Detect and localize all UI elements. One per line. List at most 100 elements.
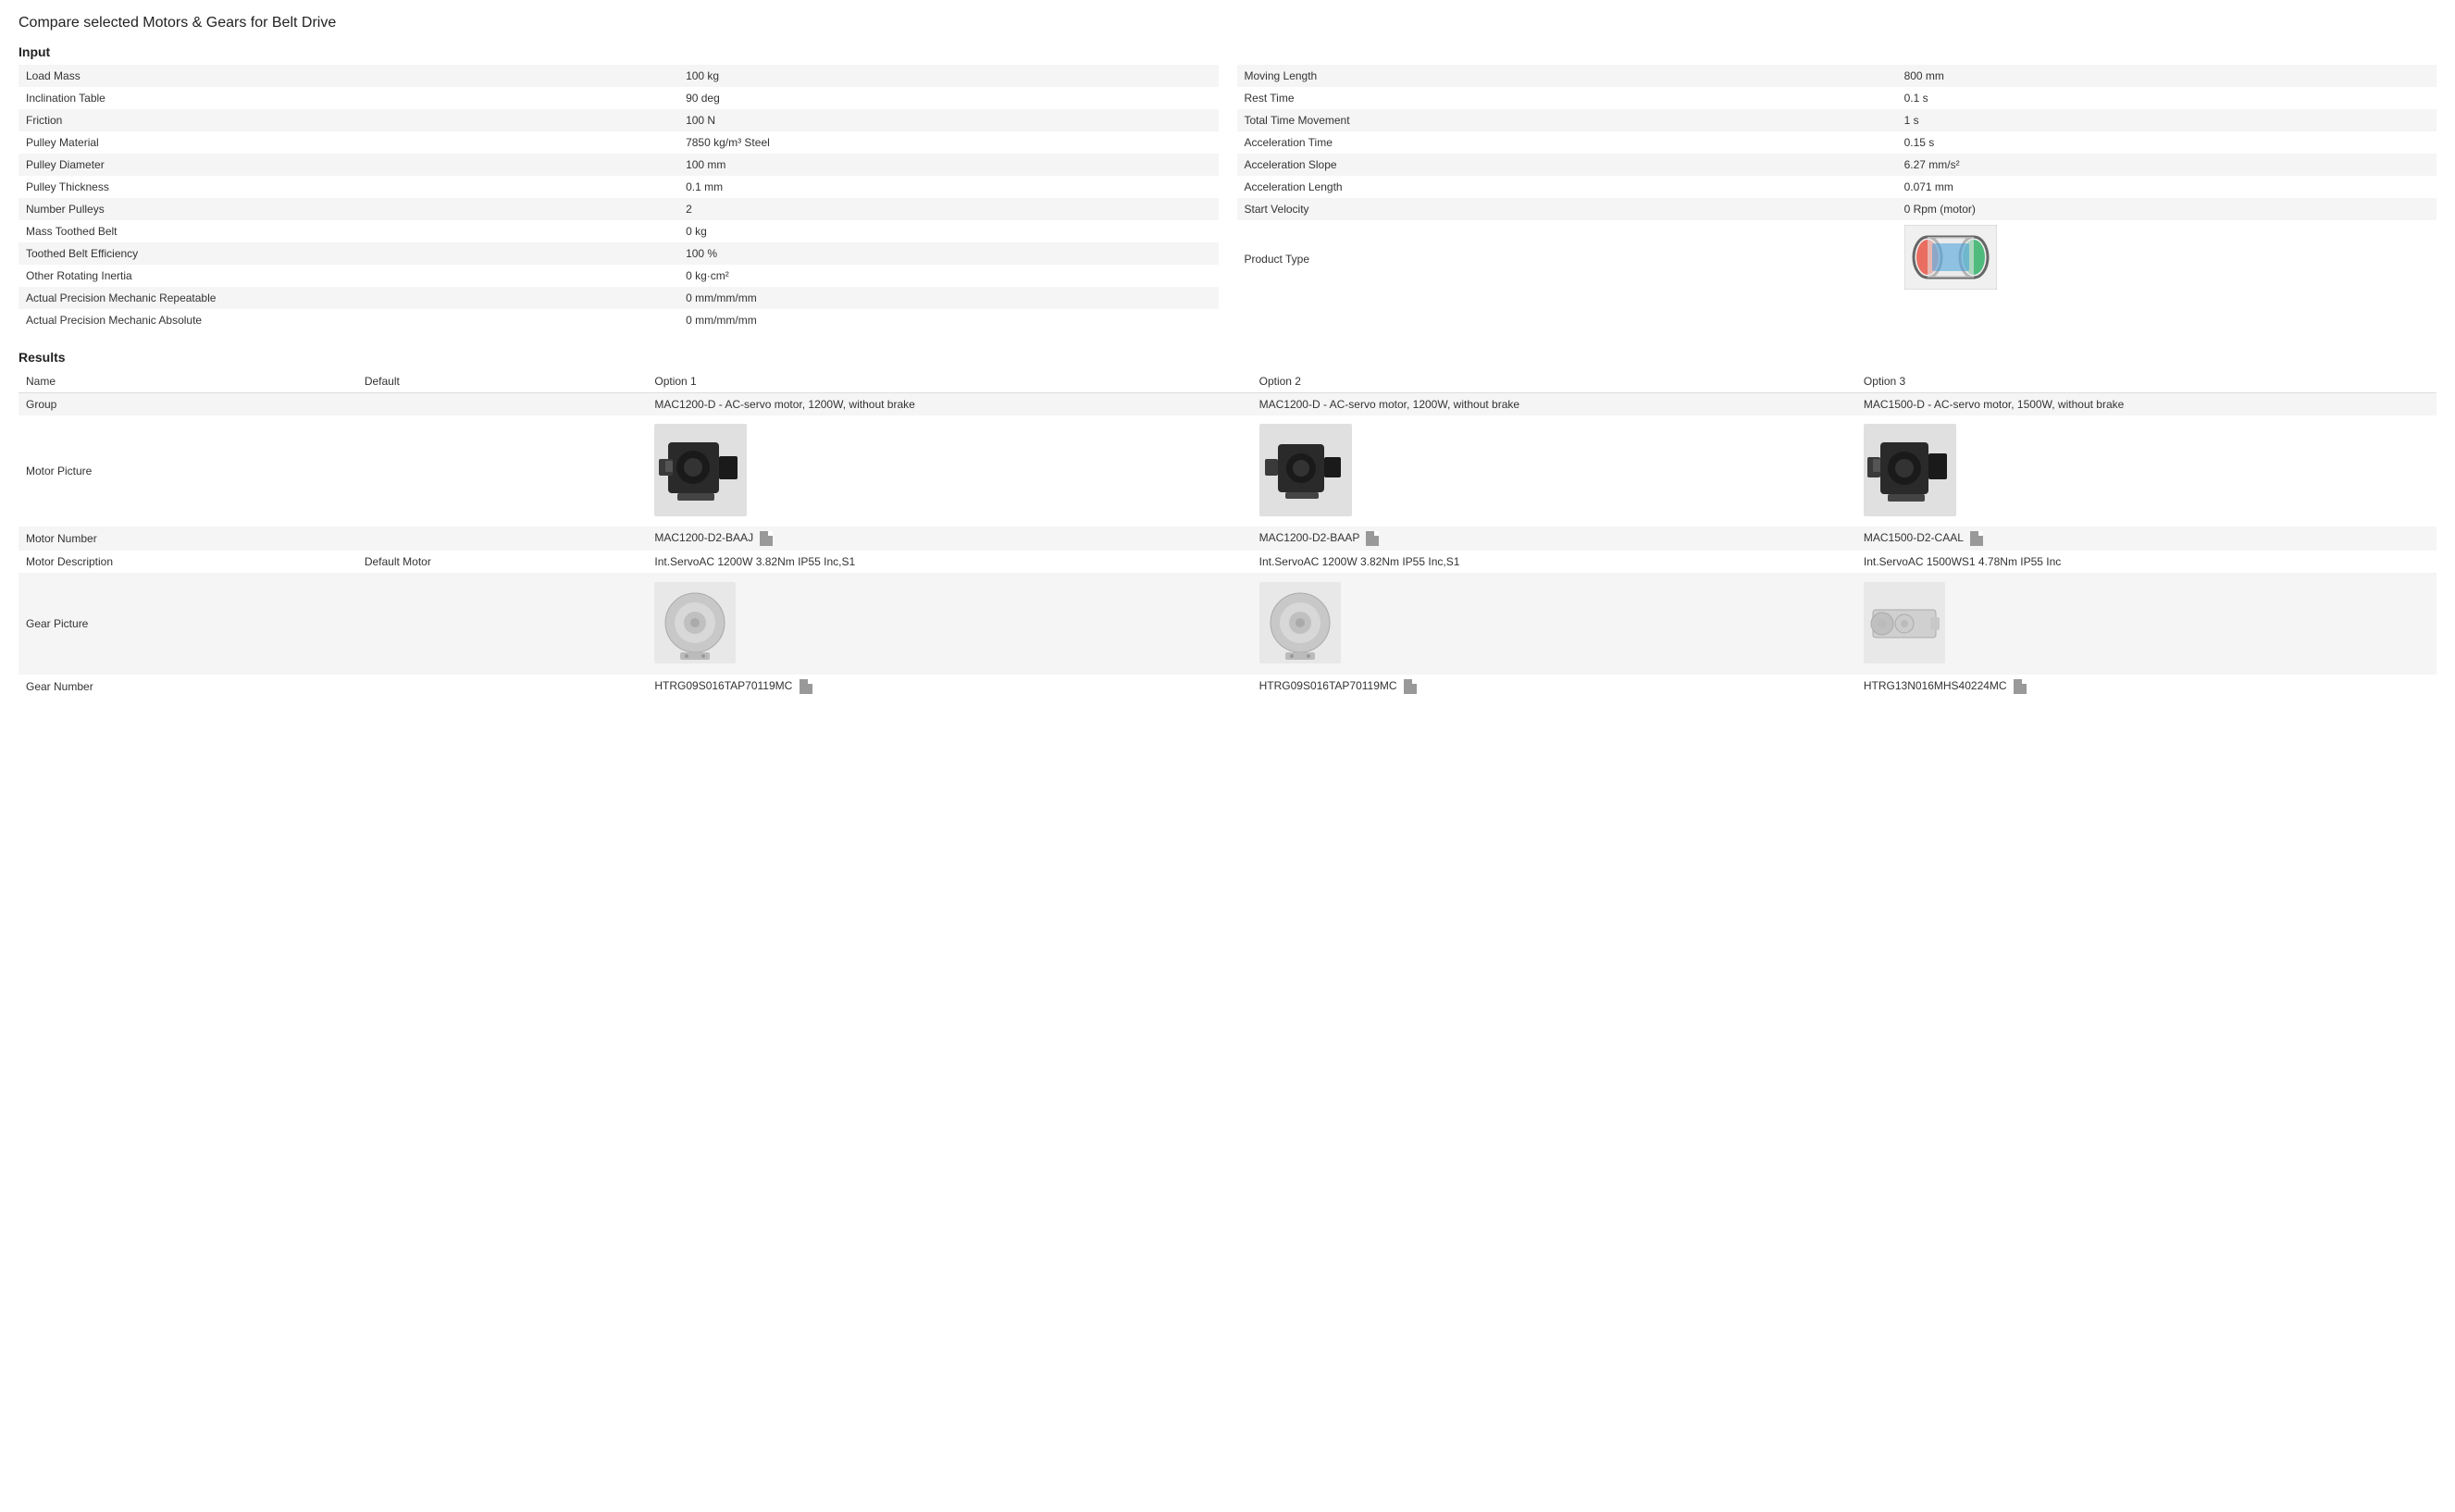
input-left-label: Inclination Table <box>19 87 678 109</box>
input-left-label: Pulley Thickness <box>19 176 678 198</box>
gear-number-opt2: HTRG09S016TAP70119MC <box>1252 675 1856 699</box>
motor-doc-icon-opt2[interactable] <box>1366 531 1379 546</box>
input-left-row: Inclination Table90 deg <box>19 87 1219 109</box>
gear-num-opt1-text: HTRG09S016TAP70119MC <box>654 679 792 692</box>
input-left-value: 0.1 mm <box>678 176 1218 198</box>
page-title: Compare selected Motors & Gears for Belt… <box>19 15 2436 31</box>
motor-image-opt3 <box>1864 424 1956 516</box>
group-label: Group <box>19 393 357 416</box>
input-left-table: Load Mass100 kgInclination Table90 degFr… <box>19 65 1219 331</box>
motor-picture-opt3 <box>1856 415 2436 527</box>
input-right-label: Acceleration Length <box>1237 176 1897 198</box>
input-right-label: Acceleration Time <box>1237 131 1897 154</box>
motor-doc-icon-opt1[interactable] <box>760 531 773 546</box>
gear-doc-icon-opt3[interactable] <box>2014 679 2027 694</box>
input-right-value: 0.15 s <box>1897 131 2436 154</box>
input-right-label: Start Velocity <box>1237 198 1897 220</box>
input-left-value: 0 kg <box>678 220 1218 242</box>
col-opt2-header: Option 2 <box>1252 370 1856 393</box>
motor-num-opt2-text: MAC1200-D2-BAAP <box>1259 531 1360 544</box>
input-right-label: Moving Length <box>1237 65 1897 87</box>
motor-image-opt1 <box>654 424 747 516</box>
input-left-label: Number Pulleys <box>19 198 678 220</box>
gear-doc-icon-opt1[interactable] <box>800 679 812 694</box>
motor-number-opt2: MAC1200-D2-BAAP <box>1252 527 1856 551</box>
input-left-label: Pulley Material <box>19 131 678 154</box>
gear-doc-icon-opt2[interactable] <box>1404 679 1417 694</box>
motor-number-opt1: MAC1200-D2-BAAJ <box>647 527 1251 551</box>
gear-num-opt3-text: HTRG13N016MHS40224MC <box>1864 679 2007 692</box>
input-left-row: Pulley Thickness0.1 mm <box>19 176 1219 198</box>
col-name-header: Name <box>19 370 357 393</box>
gear-image-opt1 <box>654 582 736 663</box>
motor-description-opt2: Int.ServoAC 1200W 3.82Nm IP55 Inc,S1 <box>1252 551 1856 573</box>
input-section: Load Mass100 kgInclination Table90 degFr… <box>19 65 2436 331</box>
input-left-label: Friction <box>19 109 678 131</box>
motor-doc-icon-opt3[interactable] <box>1970 531 1983 546</box>
col-default-header: Default <box>357 370 648 393</box>
input-right-row: Product Type <box>1237 220 2437 297</box>
input-right-label: Acceleration Slope <box>1237 154 1897 176</box>
gear-num-opt2-text: HTRG09S016TAP70119MC <box>1259 679 1397 692</box>
gear-image-opt2 <box>1259 582 1341 663</box>
input-right-value: 0.071 mm <box>1897 176 2436 198</box>
gear-number-default <box>357 675 648 699</box>
input-left-row: Actual Precision Mechanic Absolute0 mm/m… <box>19 309 1219 331</box>
input-right-value: 1 s <box>1897 109 2436 131</box>
motor-number-label: Motor Number <box>19 527 357 551</box>
input-left-row: Load Mass100 kg <box>19 65 1219 87</box>
input-left-value: 0 mm/mm/mm <box>678 309 1218 331</box>
gear-picture-label: Gear Picture <box>19 573 357 675</box>
input-left-value: 0 kg·cm² <box>678 265 1218 287</box>
input-right-row: Acceleration Slope6.27 mm/s² <box>1237 154 2437 176</box>
motor-image-opt2 <box>1259 424 1352 516</box>
input-right-value: 0 Rpm (motor) <box>1897 198 2436 220</box>
table-row-group: Group MAC1200-D - AC-servo motor, 1200W,… <box>19 393 2436 416</box>
group-opt3: MAC1500-D - AC-servo motor, 1500W, witho… <box>1856 393 2436 416</box>
motor-picture-label: Motor Picture <box>19 415 357 527</box>
input-right-value <box>1897 220 2436 297</box>
input-right-row: Acceleration Length0.071 mm <box>1237 176 2437 198</box>
input-left-value: 2 <box>678 198 1218 220</box>
input-right-value: 0.1 s <box>1897 87 2436 109</box>
results-section: Results Name Default Option 1 Option 2 O… <box>19 350 2436 699</box>
input-left-label: Other Rotating Inertia <box>19 265 678 287</box>
motor-number-default <box>357 527 648 551</box>
gear-number-opt3: HTRG13N016MHS40224MC <box>1856 675 2436 699</box>
input-section-title: Input <box>19 44 2436 59</box>
table-row-gear-number: Gear Number HTRG09S016TAP70119MC HTRG09S… <box>19 675 2436 699</box>
motor-description-label: Motor Description <box>19 551 357 573</box>
input-right-row: Start Velocity0 Rpm (motor) <box>1237 198 2437 220</box>
input-left-row: Number Pulleys2 <box>19 198 1219 220</box>
motor-num-opt3-text: MAC1500-D2-CAAL <box>1864 531 1964 544</box>
input-left-label: Actual Precision Mechanic Absolute <box>19 309 678 331</box>
motor-number-opt3: MAC1500-D2-CAAL <box>1856 527 2436 551</box>
input-right-row: Acceleration Time0.15 s <box>1237 131 2437 154</box>
input-right-row: Total Time Movement1 s <box>1237 109 2437 131</box>
input-left-value: 7850 kg/m³ Steel <box>678 131 1218 154</box>
results-section-title: Results <box>19 350 2436 365</box>
input-right-value: 800 mm <box>1897 65 2436 87</box>
group-default <box>357 393 648 416</box>
input-left-row: Actual Precision Mechanic Repeatable0 mm… <box>19 287 1219 309</box>
input-right-label: Rest Time <box>1237 87 1897 109</box>
input-left-label: Actual Precision Mechanic Repeatable <box>19 287 678 309</box>
col-opt1-header: Option 1 <box>647 370 1251 393</box>
motor-picture-opt2 <box>1252 415 1856 527</box>
input-right-row: Rest Time0.1 s <box>1237 87 2437 109</box>
input-left-value: 0 mm/mm/mm <box>678 287 1218 309</box>
input-right-label: Product Type <box>1237 220 1897 297</box>
gear-picture-opt1 <box>647 573 1251 675</box>
group-opt1: MAC1200-D - AC-servo motor, 1200W, witho… <box>647 393 1251 416</box>
input-left-value: 100 N <box>678 109 1218 131</box>
motor-description-default: Default Motor <box>357 551 648 573</box>
table-row-gear-picture: Gear Picture <box>19 573 2436 675</box>
table-row-motor-number: Motor Number MAC1200-D2-BAAJ MAC1200-D2-… <box>19 527 2436 551</box>
input-left-row: Pulley Material7850 kg/m³ Steel <box>19 131 1219 154</box>
input-left-label: Pulley Diameter <box>19 154 678 176</box>
input-left-label: Mass Toothed Belt <box>19 220 678 242</box>
gear-picture-opt3 <box>1856 573 2436 675</box>
input-left-value: 100 % <box>678 242 1218 265</box>
results-header-row: Name Default Option 1 Option 2 Option 3 <box>19 370 2436 393</box>
group-opt2: MAC1200-D - AC-servo motor, 1200W, witho… <box>1252 393 1856 416</box>
